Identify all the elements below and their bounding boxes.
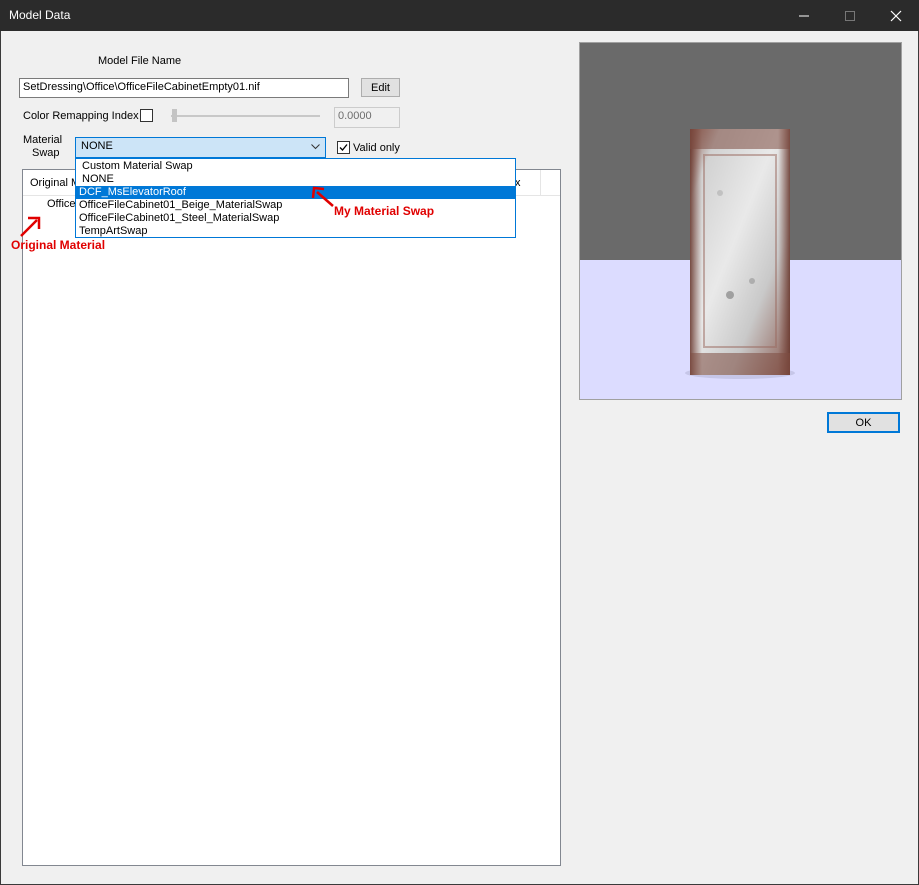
check-icon — [339, 144, 348, 151]
valid-only-label: Valid only — [353, 142, 400, 154]
red-arrow-icon — [20, 216, 41, 237]
minimize-button[interactable] — [781, 0, 827, 31]
material-swap-selected: NONE — [81, 140, 113, 152]
annotation-original-material: Original Material — [11, 238, 106, 252]
red-arrow-icon — [311, 186, 334, 207]
dropdown-option[interactable]: OfficeFileCabinet01_Steel_MaterialSwap — [76, 212, 515, 225]
material-label-line1: Material — [23, 134, 63, 146]
material-label-line2: Swap — [32, 147, 60, 159]
edit-button[interactable]: Edit — [361, 78, 400, 97]
minimize-icon — [799, 15, 809, 16]
color-remap-slider-track — [171, 115, 320, 117]
column-divider — [540, 170, 541, 195]
model-file-label: Model File Name — [98, 55, 182, 67]
chevron-down-icon — [311, 144, 320, 150]
dropdown-option-highlighted[interactable]: DCF_MsElevatorRoof — [76, 186, 515, 199]
valid-only-checkbox[interactable] — [337, 141, 350, 154]
color-remap-value-field[interactable]: 0.0000 — [334, 107, 400, 128]
title-bar: Model Data — [0, 0, 919, 31]
close-icon — [890, 10, 902, 21]
maximize-button[interactable] — [827, 0, 873, 31]
column-original-material[interactable]: Original M — [30, 177, 80, 189]
model-preview[interactable] — [579, 42, 902, 400]
material-list[interactable]: Original M x Office — [22, 169, 561, 866]
dropdown-option[interactable]: Custom Material Swap — [76, 160, 515, 173]
ok-button[interactable]: OK — [827, 412, 900, 433]
maximize-icon — [845, 10, 855, 21]
model-file-input[interactable]: SetDressing\Office\OfficeFileCabinetEmpt… — [19, 78, 349, 98]
dialog-client: Model File Name SetDressing\Office\Offic… — [1, 31, 918, 884]
color-remap-checkbox[interactable] — [140, 109, 153, 122]
material-swap-dropdown: Custom Material Swap NONE DCF_MsElevator… — [75, 158, 516, 238]
material-swap-select[interactable]: NONE — [75, 137, 326, 158]
dropdown-option[interactable]: OfficeFileCabinet01_Beige_MaterialSwap — [76, 199, 515, 212]
window-title: Model Data — [9, 8, 71, 22]
close-button[interactable] — [873, 0, 919, 31]
annotation-my-material-swap: My Material Swap — [334, 204, 435, 218]
dropdown-option[interactable]: NONE — [76, 173, 515, 186]
cabinet-model-image — [685, 129, 795, 379]
color-remap-slider-thumb[interactable] — [172, 109, 177, 122]
dropdown-option[interactable]: TempArtSwap — [76, 225, 515, 238]
color-remap-label: Color Remapping Index — [23, 110, 139, 122]
list-row-original[interactable]: Office — [47, 198, 76, 210]
